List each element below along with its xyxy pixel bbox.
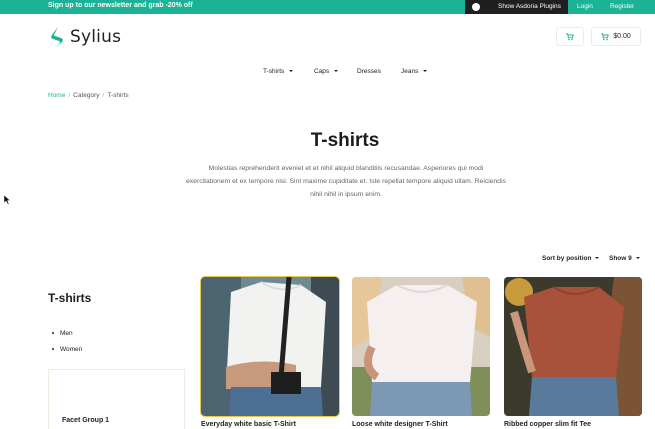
nav-item-tshirts[interactable]: T-shirts — [263, 68, 294, 75]
sidebar-item-men[interactable]: Men — [52, 325, 82, 341]
cart-icon — [601, 32, 610, 40]
toggle-knob-icon[interactable] — [472, 3, 480, 11]
product-photo-white-tshirt — [201, 277, 339, 416]
main-nav: T-shirts Caps Dresses Jeans — [0, 68, 655, 78]
breadcrumb-separator: / — [102, 92, 105, 99]
product-image[interactable] — [200, 276, 340, 417]
page-title: T-shirts — [310, 130, 380, 151]
breadcrumb-category[interactable]: Category — [73, 92, 99, 99]
product-name[interactable]: Everyday white basic T-Shirt — [201, 421, 296, 428]
nav-item-caps[interactable]: Caps — [314, 68, 339, 75]
chevron-down-icon — [423, 70, 428, 73]
breadcrumb-separator: / — [68, 92, 71, 99]
nav-label: Dresses — [357, 68, 381, 75]
product-photo-copper-tee — [504, 277, 642, 416]
nav-item-dresses[interactable]: Dresses — [357, 68, 381, 75]
category-description: Molestias reprehenderit eveniet et et ni… — [186, 165, 506, 198]
mouse-cursor-icon — [4, 195, 11, 205]
chevron-down-icon — [595, 257, 600, 260]
nav-label: Caps — [314, 68, 330, 75]
nav-label: Jeans — [401, 68, 419, 75]
product-image[interactable] — [352, 277, 490, 416]
mini-cart-button[interactable] — [556, 27, 584, 46]
show-count-label: Show 9 — [609, 255, 632, 262]
logo-text: Sylius — [70, 27, 122, 47]
chevron-down-icon — [289, 70, 294, 73]
breadcrumb-home[interactable]: Home — [48, 92, 65, 99]
nav-label: T-shirts — [263, 68, 285, 75]
sidebar-item-label: Men — [60, 329, 73, 337]
subcategory-list: Men Women — [52, 325, 82, 357]
sort-dropdown[interactable]: Sort by position — [542, 255, 600, 262]
product-name[interactable]: Loose white designer T-Shirt — [352, 421, 448, 428]
sidebar-title: T-shirts — [48, 291, 92, 305]
nav-item-jeans[interactable]: Jeans — [401, 68, 428, 75]
sidebar-item-label: Women — [60, 345, 83, 353]
facet-filter-panel: Facet Group 1 — [48, 369, 185, 429]
sort-label: Sort by position — [542, 255, 592, 262]
breadcrumb-current: T-shirts — [107, 92, 129, 99]
site-logo[interactable]: Sylius — [48, 25, 121, 49]
register-link[interactable]: Register — [610, 3, 634, 10]
top-bar: Sign up to our newsletter and grab -20% … — [0, 0, 655, 14]
show-plugins-toggle[interactable]: Show Asdoria Plugins — [465, 0, 568, 14]
bullet-icon — [52, 332, 54, 334]
facet-group-title[interactable]: Facet Group 1 — [62, 417, 109, 424]
chevron-down-icon — [334, 70, 339, 73]
cart-total-button[interactable]: $0.00 — [591, 27, 641, 46]
sidebar-item-women[interactable]: Women — [52, 341, 82, 357]
newsletter-promo[interactable]: Sign up to our newsletter and grab -20% … — [48, 2, 193, 9]
product-name[interactable]: Ribbed copper slim fit Tee — [504, 421, 591, 428]
cart-total: $0.00 — [613, 33, 631, 40]
show-count-dropdown[interactable]: Show 9 — [609, 255, 640, 262]
breadcrumb: Home / Category / T-shirts — [48, 92, 129, 99]
cart-icon — [566, 32, 574, 40]
show-plugins-label: Show Asdoria Plugins — [498, 3, 561, 10]
sylius-logo-icon — [51, 27, 63, 47]
product-image[interactable] — [504, 277, 642, 416]
product-photo-loose-white-tshirt — [352, 277, 490, 416]
login-link[interactable]: Login — [577, 3, 593, 10]
bullet-icon — [52, 348, 54, 350]
chevron-down-icon — [635, 257, 640, 260]
